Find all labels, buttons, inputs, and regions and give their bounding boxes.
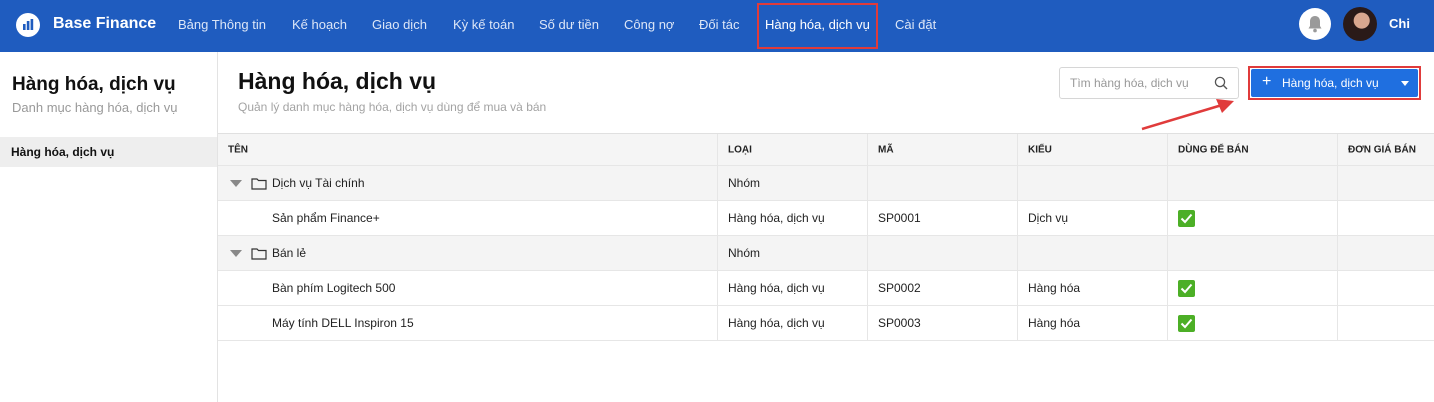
sidebar-title: Hàng hóa, dịch vụ	[12, 74, 176, 95]
style-cell: Hàng hóa	[1018, 306, 1168, 340]
nav-item-accounting-period[interactable]: Kỳ kế toán	[453, 17, 514, 32]
price-cell	[1338, 236, 1434, 270]
row-name: Dịch vụ Tài chính	[272, 176, 365, 190]
code-cell: SP0003	[868, 306, 1018, 340]
annotation-arrow-icon	[1141, 99, 1234, 131]
button-highlight-box	[1248, 66, 1421, 100]
code-cell	[868, 166, 1018, 200]
nav-item-transactions[interactable]: Giao dịch	[372, 17, 427, 32]
nav-item-debts[interactable]: Công nợ	[624, 17, 674, 32]
nav-item-dashboard[interactable]: Bảng Thông tin	[178, 17, 266, 32]
folder-icon	[251, 248, 267, 260]
collapse-caret-icon[interactable]	[230, 250, 242, 257]
search-icon[interactable]	[1214, 76, 1228, 90]
nav-item-plan[interactable]: Kế hoạch	[292, 17, 347, 32]
nav-item-partners[interactable]: Đối tác	[699, 17, 739, 32]
top-navbar: Base Finance Bảng Thông tin Kế hoạch Gia…	[0, 0, 1434, 52]
base-logo-icon[interactable]	[16, 13, 40, 37]
code-cell	[868, 236, 1018, 270]
sidebar: Hàng hóa, dịch vụ Danh mục hàng hóa, dịc…	[0, 52, 218, 402]
name-cell: Bán lẻ	[218, 236, 718, 270]
row-name: Bán lẻ	[272, 246, 307, 260]
table-row[interactable]: Bàn phím Logitech 500 Hàng hóa, dịch vụ …	[218, 271, 1434, 306]
collapse-caret-icon[interactable]	[230, 180, 242, 187]
table-header-row: TÊN LOẠI MÃ KIỂU DÙNG ĐỂ BÁN ĐƠN GIÁ BÁN	[218, 133, 1434, 166]
page-subtitle: Quản lý danh mục hàng hóa, dịch vụ dùng …	[238, 100, 547, 114]
table-row[interactable]: Sản phẩm Finance+ Hàng hóa, dịch vụ SP00…	[218, 201, 1434, 236]
checkbox-checked-icon[interactable]	[1178, 315, 1195, 332]
user-name[interactable]: Chi	[1389, 16, 1410, 31]
name-cell: Máy tính DELL Inspiron 15	[218, 306, 718, 340]
nav-item-cash-balance[interactable]: Số dư tiền	[539, 17, 599, 32]
code-cell: SP0001	[868, 201, 1018, 235]
column-header-for-sale[interactable]: DÙNG ĐỂ BÁN	[1168, 134, 1338, 165]
type-cell: Hàng hóa, dịch vụ	[718, 201, 868, 235]
for-sale-cell	[1168, 166, 1338, 200]
type-cell: Hàng hóa, dịch vụ	[718, 271, 868, 305]
style-cell	[1018, 166, 1168, 200]
column-header-sale-price[interactable]: ĐƠN GIÁ BÁN	[1338, 134, 1434, 165]
bell-icon	[1308, 16, 1322, 33]
column-header-name[interactable]: TÊN	[218, 134, 718, 165]
sidebar-item-goods-services[interactable]: Hàng hóa, dịch vụ	[0, 137, 217, 167]
price-cell	[1338, 166, 1434, 200]
notification-button[interactable]	[1299, 8, 1331, 40]
page-title: Hàng hóa, dịch vụ	[238, 68, 437, 94]
folder-icon	[251, 178, 267, 190]
table-row-group[interactable]: Bán lẻ Nhóm	[218, 236, 1434, 271]
checkbox-checked-icon[interactable]	[1178, 280, 1195, 297]
table-row-group[interactable]: Dịch vụ Tài chính Nhóm	[218, 166, 1434, 201]
style-cell: Dịch vụ	[1018, 201, 1168, 235]
sidebar-subtitle: Danh mục hàng hóa, dịch vụ	[12, 100, 178, 115]
nav-item-settings[interactable]: Cài đặt	[895, 17, 936, 32]
column-header-code[interactable]: MÃ	[868, 134, 1018, 165]
code-cell: SP0002	[868, 271, 1018, 305]
avatar[interactable]	[1343, 7, 1377, 41]
nav-highlight-box	[757, 3, 878, 49]
brand-name[interactable]: Base Finance	[53, 15, 156, 33]
name-cell: Bàn phím Logitech 500	[218, 271, 718, 305]
type-cell: Hàng hóa, dịch vụ	[718, 306, 868, 340]
type-cell: Nhóm	[718, 236, 868, 270]
for-sale-cell	[1168, 236, 1338, 270]
column-header-style[interactable]: KIỂU	[1018, 134, 1168, 165]
column-header-type[interactable]: LOẠI	[718, 134, 868, 165]
price-cell	[1338, 306, 1434, 340]
price-cell	[1338, 271, 1434, 305]
table-row[interactable]: Máy tính DELL Inspiron 15 Hàng hóa, dịch…	[218, 306, 1434, 341]
checkbox-checked-icon[interactable]	[1178, 210, 1195, 227]
type-cell: Nhóm	[718, 166, 868, 200]
price-cell	[1338, 201, 1434, 235]
sidebar-item-label: Hàng hóa, dịch vụ	[11, 145, 115, 159]
style-cell: Hàng hóa	[1018, 271, 1168, 305]
name-cell: Sản phẩm Finance+	[218, 201, 718, 235]
name-cell: Dịch vụ Tài chính	[218, 166, 718, 200]
search-input[interactable]	[1060, 68, 1210, 98]
style-cell	[1018, 236, 1168, 270]
